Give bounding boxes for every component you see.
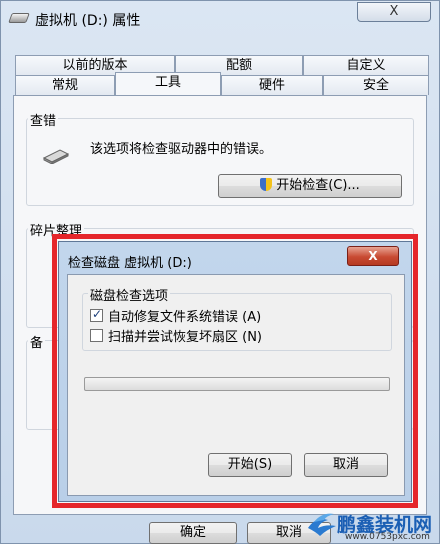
- auto-fix-label[interactable]: 自动修复文件系统错误 (A): [108, 306, 261, 325]
- brand-logo-icon: [308, 513, 336, 536]
- error-check-description: 该选项将检查驱动器中的错误。: [90, 142, 273, 157]
- backup-title: 备: [28, 332, 46, 351]
- tab-tools[interactable]: 工具: [115, 72, 221, 95]
- error-check-title: 查错: [28, 110, 59, 129]
- tab-customize[interactable]: 自定义: [303, 55, 429, 75]
- ok-button[interactable]: 确定: [149, 522, 237, 544]
- options-title: 磁盘检查选项: [88, 285, 171, 304]
- tab-row-front: 常规 工具 硬件 安全: [15, 72, 429, 95]
- progress-bar: [84, 377, 390, 391]
- disk-icon: [42, 149, 70, 164]
- scan-sectors-checkbox[interactable]: [90, 329, 103, 342]
- watermark-url: www.0753pxc.com: [345, 532, 430, 542]
- check-now-label: 开始检查(C)...: [276, 178, 360, 193]
- tab-security[interactable]: 安全: [323, 75, 429, 95]
- tab-hardware[interactable]: 硬件: [221, 75, 323, 95]
- dialog-cancel-button[interactable]: 取消: [304, 453, 388, 477]
- check-disk-dialog: 检查磁盘 虚拟机 (D:) X 磁盘检查选项 自动修复文件系统错误 (A) 扫描…: [58, 241, 412, 502]
- start-button[interactable]: 开始(S): [208, 453, 292, 477]
- auto-fix-checkbox[interactable]: [90, 307, 103, 322]
- dialog-close-button[interactable]: X: [347, 246, 399, 266]
- tab-row-back: 以前的版本 配额 自定义: [15, 55, 429, 75]
- dialog-title: 检查磁盘 虚拟机 (D:): [68, 256, 192, 271]
- dialog-body: 磁盘检查选项 自动修复文件系统错误 (A) 扫描并尝试恢复坏扇区 (N) 开始(…: [67, 274, 405, 496]
- scan-sectors-label[interactable]: 扫描并尝试恢复坏扇区 (N): [108, 326, 262, 345]
- title-bar: 虚拟机 (D:) 属性 X: [1, 1, 439, 35]
- shield-icon: [260, 178, 273, 191]
- close-button[interactable]: X: [357, 2, 431, 22]
- tab-general[interactable]: 常规: [15, 75, 115, 95]
- drive-icon: [8, 13, 30, 23]
- check-now-button[interactable]: 开始检查(C)...: [218, 174, 402, 198]
- window-title: 虚拟机 (D:) 属性: [35, 13, 141, 29]
